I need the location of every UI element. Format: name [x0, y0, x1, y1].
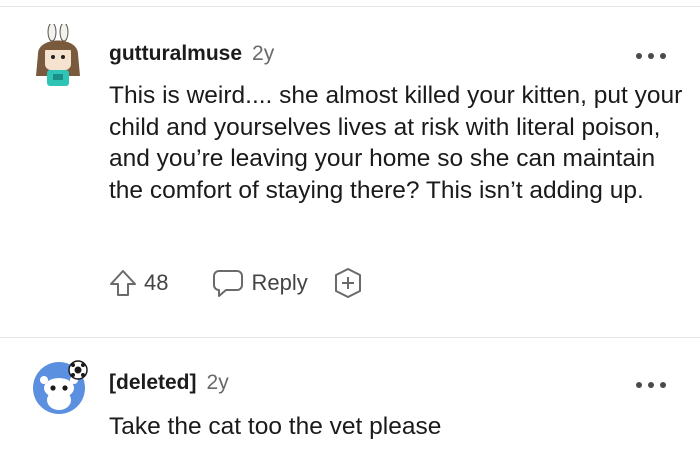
comment-2: [deleted] 2y Take the cat too the vet ple… [0, 338, 700, 463]
more-options-icon[interactable] [636, 52, 666, 60]
author-name[interactable]: gutturalmuse [109, 42, 242, 65]
comment-body: Take the cat too the vet please [109, 413, 442, 440]
user-avatar[interactable] [30, 24, 86, 88]
reply-label: Reply [251, 270, 308, 295]
comment-meta: gutturalmuse 2y [109, 42, 274, 66]
reply-icon [213, 270, 244, 297]
snoo-avatar[interactable] [32, 358, 90, 416]
comment-age: 2y [206, 371, 229, 394]
comment-body: This is weird.... she almost killed your… [109, 82, 683, 204]
more-options-icon[interactable] [636, 381, 666, 389]
comment-age: 2y [252, 42, 275, 65]
comment-actions: 48 Reply [108, 266, 364, 300]
reply-button[interactable]: Reply [212, 268, 308, 298]
comment-meta: [deleted] 2y [109, 371, 229, 395]
author-name: [deleted] [109, 371, 197, 394]
award-icon[interactable] [332, 267, 364, 299]
upvote-icon[interactable] [108, 268, 138, 298]
upvote-count: 48 [144, 270, 169, 295]
comment-1: gutturalmuse 2y This is weird.... she alm… [0, 0, 700, 336]
